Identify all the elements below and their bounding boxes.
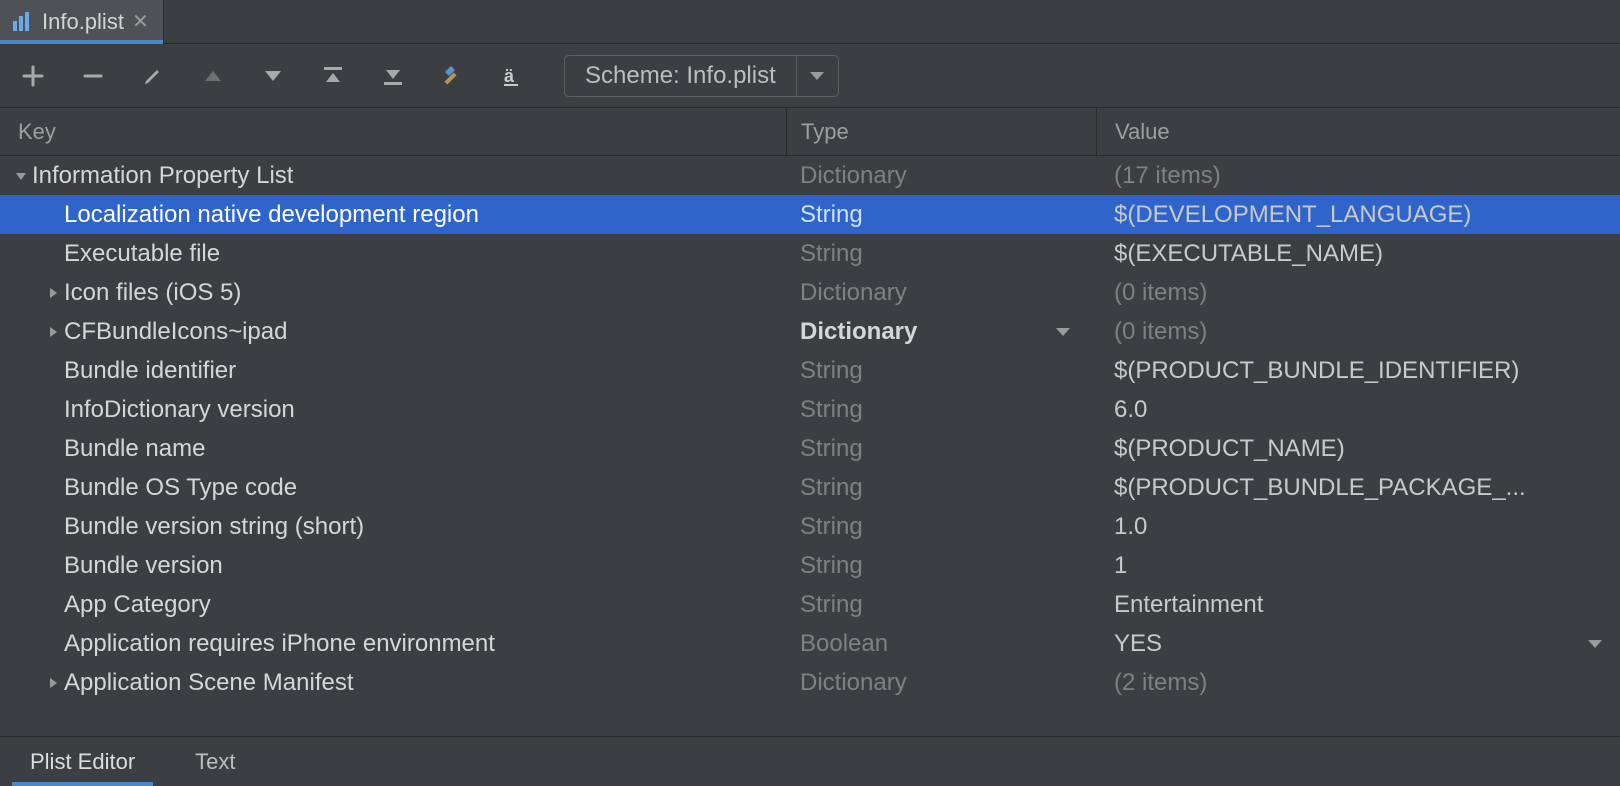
plist-tree: Information Property List Dictionary (17… [0, 156, 1620, 702]
chevron-down-icon[interactable] [1056, 328, 1070, 336]
chevron-right-icon[interactable] [42, 325, 64, 339]
row-type[interactable]: Boolean [786, 630, 1096, 658]
move-up-button[interactable] [198, 61, 228, 91]
row-key: Bundle version string (short) [64, 513, 364, 541]
column-headers: Key Type Value [0, 108, 1620, 156]
hammer-icon[interactable] [438, 61, 468, 91]
row-type[interactable]: String [786, 513, 1096, 541]
row-key: Executable file [64, 240, 220, 268]
plist-row[interactable]: InfoDictionary version String6.0 [0, 390, 1620, 429]
row-key: Bundle name [64, 435, 205, 463]
move-to-bottom-button[interactable] [378, 61, 408, 91]
row-key: InfoDictionary version [64, 396, 295, 424]
plist-row[interactable]: Application requires iPhone environment B… [0, 624, 1620, 663]
row-type[interactable]: Dictionary [786, 669, 1096, 697]
header-value[interactable]: Value [1096, 108, 1620, 155]
show-raw-keys-button[interactable]: ä [498, 61, 528, 91]
svg-text:ä: ä [504, 66, 515, 86]
tab-plist-editor[interactable]: Plist Editor [0, 737, 165, 786]
tab-text[interactable]: Text [165, 737, 265, 786]
chevron-down-icon[interactable] [1588, 640, 1602, 648]
row-key: Application requires iPhone environment [64, 630, 495, 658]
row-value[interactable]: 6.0 [1096, 396, 1620, 424]
row-value[interactable]: $(PRODUCT_NAME) [1096, 435, 1620, 463]
move-down-button[interactable] [258, 61, 288, 91]
row-value[interactable]: $(DEVELOPMENT_LANGUAGE) [1096, 201, 1620, 229]
row-type[interactable]: String [786, 396, 1096, 424]
plist-row[interactable]: Bundle OS Type code String$(PRODUCT_BUNDL… [0, 468, 1620, 507]
scheme-dropdown-arrow[interactable] [796, 56, 838, 96]
plist-row[interactable]: Bundle version string (short) String1.0 [0, 507, 1620, 546]
row-value[interactable]: (0 items) [1096, 318, 1620, 346]
plist-row[interactable]: Application Scene Manifest Dictionary(2 i… [0, 663, 1620, 702]
plist-row[interactable]: Icon files (iOS 5) Dictionary(0 items) [0, 273, 1620, 312]
row-value[interactable]: $(PRODUCT_BUNDLE_IDENTIFIER) [1096, 357, 1620, 385]
header-type[interactable]: Type [786, 108, 1096, 155]
plist-row[interactable]: Localization native development region St… [0, 195, 1620, 234]
file-tab-info-plist[interactable]: Info.plist ✕ [0, 0, 164, 43]
row-key: App Category [64, 591, 211, 619]
edit-button[interactable] [138, 61, 168, 91]
scheme-label: Scheme: Info.plist [565, 56, 796, 96]
row-key: Bundle version [64, 552, 223, 580]
chevron-down-icon[interactable] [10, 169, 32, 183]
row-value[interactable]: (2 items) [1096, 669, 1620, 697]
chevron-right-icon[interactable] [42, 286, 64, 300]
row-type[interactable]: Dictionary [786, 318, 1096, 346]
row-key: Application Scene Manifest [64, 669, 354, 697]
editor-tab-strip: Info.plist ✕ [0, 0, 1620, 44]
row-key: Bundle identifier [64, 357, 236, 385]
plist-row[interactable]: Bundle name String$(PRODUCT_NAME) [0, 429, 1620, 468]
plist-row[interactable]: Executable file String$(EXECUTABLE_NAME) [0, 234, 1620, 273]
move-to-top-button[interactable] [318, 61, 348, 91]
plist-root-row[interactable]: Information Property List Dictionary (17… [0, 156, 1620, 195]
row-type[interactable]: Dictionary [786, 162, 1096, 190]
active-tab-indicator [0, 40, 163, 44]
row-value[interactable]: Entertainment [1096, 591, 1620, 619]
plist-row[interactable]: CFBundleIcons~ipad Dictionary(0 items) [0, 312, 1620, 351]
plist-toolbar: ä Scheme: Info.plist [0, 44, 1620, 108]
scheme-selector[interactable]: Scheme: Info.plist [564, 55, 839, 97]
row-value[interactable]: 1.0 [1096, 513, 1620, 541]
row-value[interactable]: $(EXECUTABLE_NAME) [1096, 240, 1620, 268]
row-key: Icon files (iOS 5) [64, 279, 241, 307]
editor-mode-tabs: Plist Editor Text [0, 736, 1620, 786]
chevron-right-icon[interactable] [42, 676, 64, 690]
plist-file-icon [10, 10, 34, 34]
row-type[interactable]: String [786, 357, 1096, 385]
row-key: CFBundleIcons~ipad [64, 318, 287, 346]
chevron-down-icon [810, 72, 824, 80]
row-key: Information Property List [32, 162, 293, 190]
row-type[interactable]: String [786, 552, 1096, 580]
add-button[interactable] [18, 61, 48, 91]
row-type[interactable]: Dictionary [786, 279, 1096, 307]
row-value[interactable]: (0 items) [1096, 279, 1620, 307]
row-key: Localization native development region [64, 201, 479, 229]
header-key[interactable]: Key [0, 119, 786, 145]
row-type[interactable]: String [786, 591, 1096, 619]
row-type[interactable]: String [786, 474, 1096, 502]
row-type[interactable]: String [786, 240, 1096, 268]
remove-button[interactable] [78, 61, 108, 91]
plist-row[interactable]: Bundle version String1 [0, 546, 1620, 585]
row-type[interactable]: String [786, 435, 1096, 463]
row-value[interactable]: YES [1096, 630, 1620, 658]
file-tab-label: Info.plist [42, 9, 124, 35]
row-value[interactable]: $(PRODUCT_BUNDLE_PACKAGE_... [1096, 474, 1620, 502]
plist-row[interactable]: App Category StringEntertainment [0, 585, 1620, 624]
row-value[interactable]: 1 [1096, 552, 1620, 580]
row-value[interactable]: (17 items) [1096, 162, 1620, 190]
close-icon[interactable]: ✕ [132, 12, 149, 32]
row-type[interactable]: String [786, 201, 1096, 229]
row-key: Bundle OS Type code [64, 474, 297, 502]
plist-row[interactable]: Bundle identifier String$(PRODUCT_BUNDLE_… [0, 351, 1620, 390]
